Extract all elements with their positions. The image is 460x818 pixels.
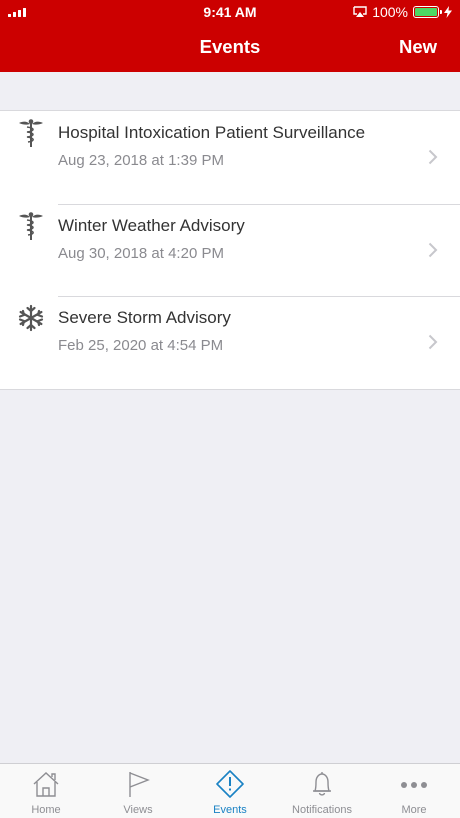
battery-percent: 100%	[372, 4, 408, 20]
navigation-header: 9:41 AM 100% Events New	[0, 0, 460, 72]
tab-label: More	[401, 804, 427, 816]
event-date: Feb 25, 2020 at 4:54 PM	[58, 337, 224, 354]
events-list: Hospital Intoxication Patient Surveillan…	[0, 110, 460, 390]
new-event-button[interactable]: New	[399, 36, 437, 58]
snowflake-icon	[17, 303, 45, 333]
chevron-right-icon	[428, 242, 438, 257]
event-title: Winter Weather Advisory	[58, 215, 245, 235]
flag-icon	[129, 772, 150, 797]
tab-bar: Home Views Events Notifications More	[0, 763, 460, 818]
tab-more[interactable]: More	[368, 764, 460, 818]
tab-events[interactable]: Events	[184, 764, 276, 818]
home-icon	[33, 772, 59, 797]
battery-icon	[413, 6, 442, 18]
status-bar: 9:41 AM 100%	[0, 0, 460, 26]
chevron-right-icon	[428, 149, 438, 165]
charging-bolt-icon	[444, 6, 452, 18]
tab-label: Views	[123, 804, 153, 816]
page-title: Events	[199, 36, 261, 57]
event-row[interactable]: Winter Weather Advisory Aug 30, 2018 at …	[0, 203, 460, 297]
tab-label: Home	[31, 804, 61, 816]
chevron-right-icon	[428, 334, 438, 350]
battery-fill	[415, 8, 437, 16]
tab-label: Notifications	[292, 804, 352, 816]
tab-notifications[interactable]: Notifications	[276, 764, 368, 818]
tab-home[interactable]: Home	[0, 764, 92, 818]
more-dots-icon	[401, 782, 427, 788]
event-row[interactable]: Severe Storm Advisory Feb 25, 2020 at 4:…	[0, 296, 460, 389]
airplay-icon	[353, 6, 367, 17]
caduceus-icon	[17, 118, 45, 148]
event-title: Severe Storm Advisory	[58, 308, 231, 327]
tab-label: Events	[213, 804, 247, 816]
event-date: Aug 23, 2018 at 1:39 PM	[58, 152, 224, 169]
event-date: Aug 30, 2018 at 4:20 PM	[58, 244, 224, 262]
bell-icon	[313, 772, 331, 796]
tab-views[interactable]: Views	[92, 764, 184, 818]
caduceus-icon	[17, 211, 45, 241]
status-right-group: 100%	[353, 4, 452, 20]
event-row[interactable]: Hospital Intoxication Patient Surveillan…	[0, 111, 460, 204]
alert-diamond-icon	[216, 770, 244, 798]
event-title: Hospital Intoxication Patient Surveillan…	[58, 123, 366, 142]
